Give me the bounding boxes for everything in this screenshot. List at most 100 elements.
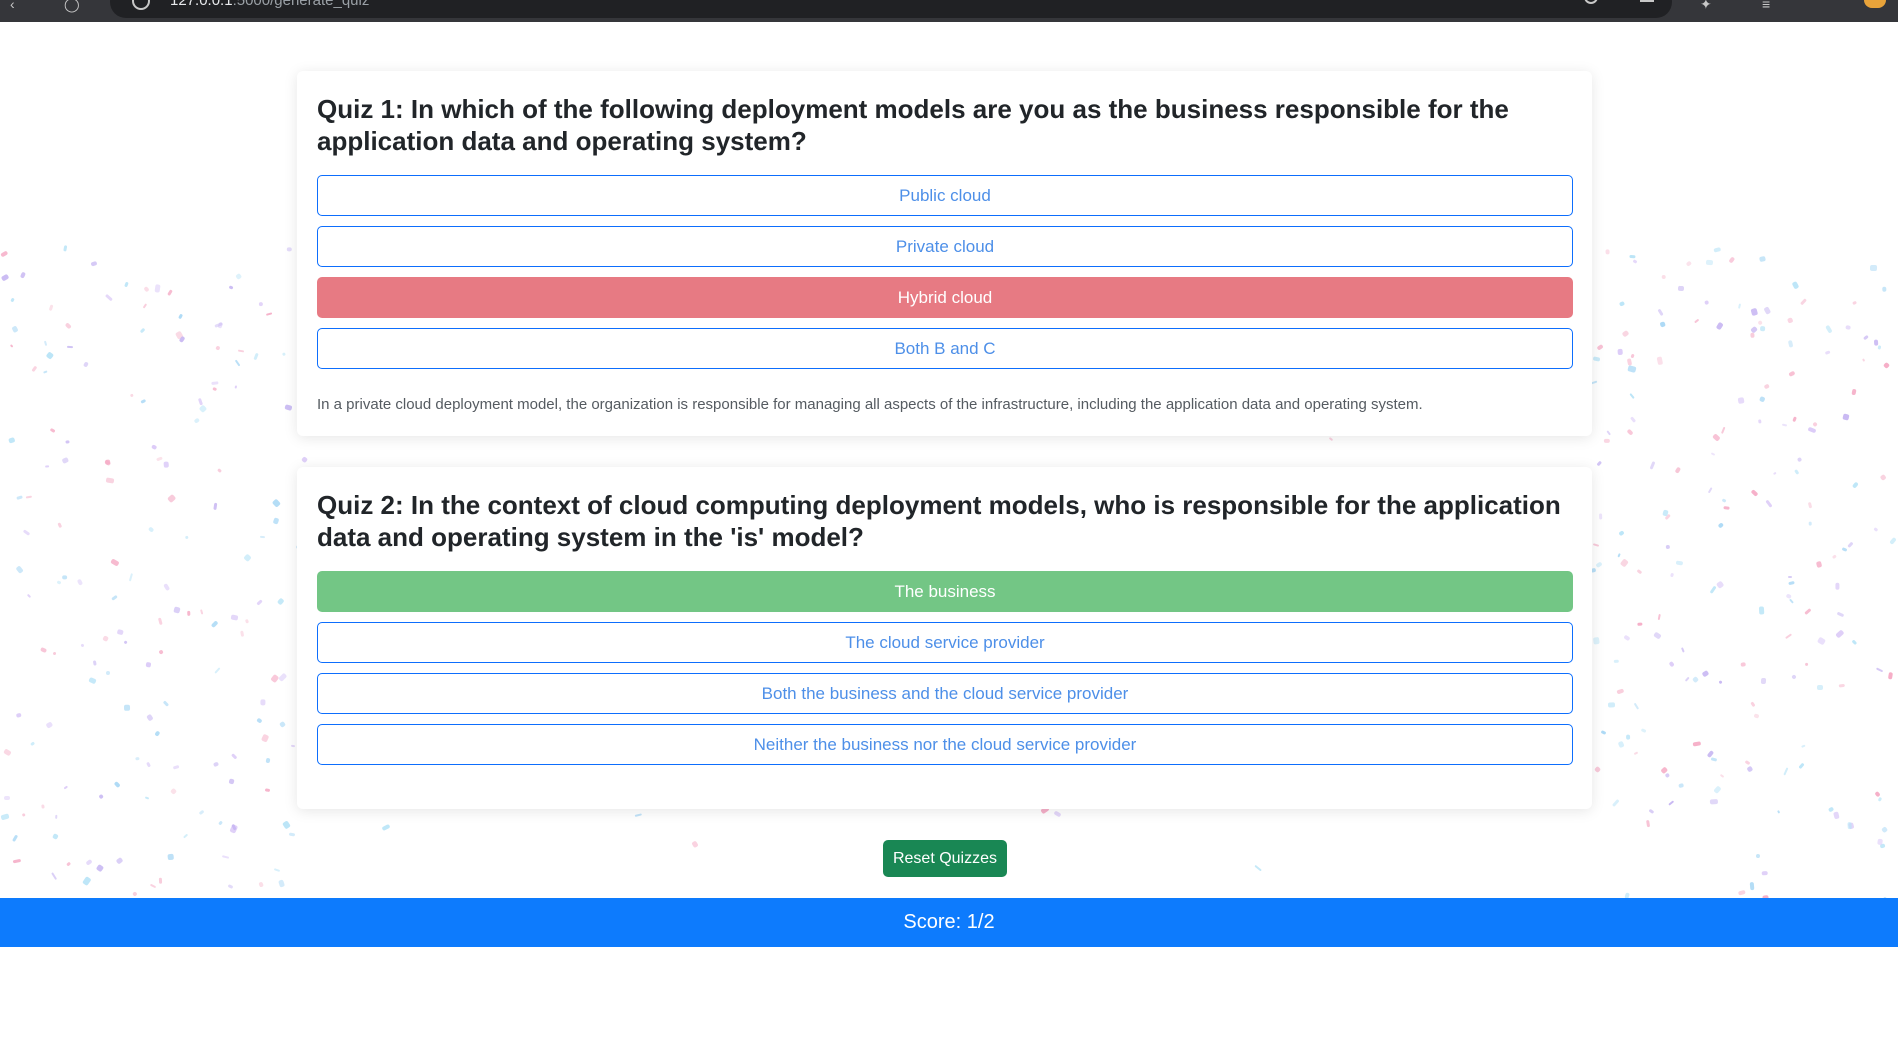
- confetti-piece: [1619, 301, 1625, 307]
- confetti-piece: [229, 823, 239, 834]
- confetti-piece: [217, 820, 223, 826]
- confetti-piece: [1876, 838, 1883, 845]
- confetti-piece: [57, 522, 63, 528]
- confetti-piece: [1879, 474, 1887, 481]
- extensions-icon[interactable]: ✦: [1700, 0, 1712, 11]
- bookmark-star-icon[interactable]: [1640, 0, 1654, 2]
- zoom-icon[interactable]: [1584, 0, 1598, 4]
- confetti-piece: [1718, 522, 1725, 529]
- confetti-piece: [265, 312, 273, 316]
- confetti-piece: [1798, 762, 1806, 770]
- confetti-piece: [88, 677, 97, 685]
- back-arrow-icon[interactable]: ‹: [10, 0, 15, 11]
- quiz-1-option-public-cloud[interactable]: Public cloud: [317, 175, 1573, 216]
- confetti-piece: [278, 673, 288, 683]
- confetti-piece: [49, 428, 57, 434]
- site-info-icon[interactable]: [132, 0, 150, 10]
- quiz-1-option-hybrid-cloud[interactable]: Hybrid cloud: [317, 277, 1573, 318]
- confetti-piece: [178, 313, 184, 320]
- confetti-piece: [1842, 412, 1850, 421]
- quiz-1-question: Quiz 1: In which of the following deploy…: [317, 94, 1509, 156]
- confetti-piece: [199, 810, 205, 816]
- confetti-piece: [197, 398, 204, 406]
- confetti-piece: [691, 840, 699, 849]
- confetti-piece: [1753, 712, 1760, 719]
- confetti-piece: [228, 778, 236, 785]
- confetti-piece: [0, 250, 9, 257]
- confetti-piece: [1758, 255, 1766, 262]
- confetti-piece: [272, 516, 280, 524]
- confetti-piece: [1604, 438, 1610, 443]
- quiz-1-option-private-cloud[interactable]: Private cloud: [317, 226, 1573, 267]
- confetti-piece: [1709, 798, 1718, 805]
- reading-list-icon[interactable]: ≡: [1762, 0, 1770, 11]
- confetti-piece: [1714, 247, 1722, 253]
- confetti-piece: [170, 788, 178, 796]
- confetti-piece: [42, 370, 48, 375]
- confetti-piece: [1712, 433, 1721, 442]
- confetti-piece: [1621, 329, 1630, 338]
- confetti-piece: [104, 459, 112, 467]
- confetti-piece: [132, 891, 138, 897]
- confetti-piece: [20, 271, 27, 279]
- confetti-piece: [90, 261, 98, 267]
- confetti-piece: [214, 666, 221, 674]
- confetti-piece: [216, 468, 222, 474]
- confetti-piece: [10, 297, 16, 303]
- confetti-piece: [210, 620, 219, 629]
- confetti-piece: [1851, 481, 1859, 490]
- confetti-piece: [193, 417, 200, 424]
- confetti-piece: [1605, 430, 1611, 437]
- confetti-piece: [215, 345, 221, 351]
- quiz-2-option-the-business[interactable]: The business: [317, 571, 1573, 612]
- confetti-piece: [15, 565, 25, 574]
- confetti-piece: [1877, 796, 1883, 802]
- confetti-piece: [1612, 798, 1620, 807]
- address-bar[interactable]: 127.0.0.1:5000/generate_quiz: [110, 0, 1672, 18]
- confetti-piece: [25, 495, 32, 499]
- confetti-piece: [1831, 554, 1837, 560]
- confetti-piece: [288, 832, 295, 837]
- confetti-piece: [1616, 688, 1624, 695]
- confetti-piece: [1804, 662, 1809, 666]
- confetti-piece: [1704, 300, 1710, 306]
- confetti-piece: [110, 594, 118, 601]
- confetti-piece: [1636, 569, 1642, 575]
- quiz-1-explanation: In a private cloud deployment model, the…: [317, 396, 1423, 413]
- quiz-2-option-cloud-provider[interactable]: The cloud service provider: [317, 622, 1573, 663]
- confetti-piece: [184, 535, 189, 540]
- confetti-piece: [1737, 303, 1742, 309]
- confetti-piece: [1640, 728, 1647, 734]
- confetti-piece: [1677, 285, 1685, 291]
- profile-avatar-icon[interactable]: [1864, 0, 1886, 8]
- confetti-piece: [85, 859, 93, 867]
- confetti-piece: [1692, 741, 1702, 747]
- confetti-piece: [1614, 659, 1620, 663]
- confetti-piece: [106, 671, 111, 675]
- confetti-piece: [216, 321, 223, 329]
- confetti-piece: [1873, 527, 1879, 532]
- confetti-piece: [1844, 325, 1851, 331]
- confetti-piece: [128, 572, 134, 581]
- reset-quizzes-button[interactable]: Reset Quizzes: [883, 840, 1007, 877]
- confetti-piece: [1675, 560, 1683, 566]
- quiz-1-option-both-b-and-c[interactable]: Both B and C: [317, 328, 1573, 369]
- confetti-piece: [173, 606, 181, 614]
- confetti-piece: [97, 794, 104, 800]
- confetti-piece: [1788, 370, 1796, 377]
- reload-icon[interactable]: ◯: [64, 0, 80, 11]
- confetti-piece: [1833, 811, 1840, 820]
- confetti-piece: [1670, 572, 1674, 578]
- confetti-piece: [1650, 461, 1656, 470]
- confetti-piece: [1807, 426, 1816, 434]
- confetti-piece: [1656, 356, 1663, 365]
- confetti-piece: [105, 293, 113, 302]
- confetti-piece: [1791, 674, 1797, 681]
- quiz-2-option-neither[interactable]: Neither the business nor the cloud servi…: [317, 724, 1573, 765]
- confetti-piece: [1745, 765, 1753, 773]
- confetti-piece: [1772, 471, 1777, 475]
- quiz-2-option-both[interactable]: Both the business and the cloud service …: [317, 673, 1573, 714]
- quiz-card-2: Quiz 2: In the context of cloud computin…: [297, 467, 1592, 809]
- confetti-piece: [150, 883, 157, 889]
- confetti-piece: [156, 456, 164, 462]
